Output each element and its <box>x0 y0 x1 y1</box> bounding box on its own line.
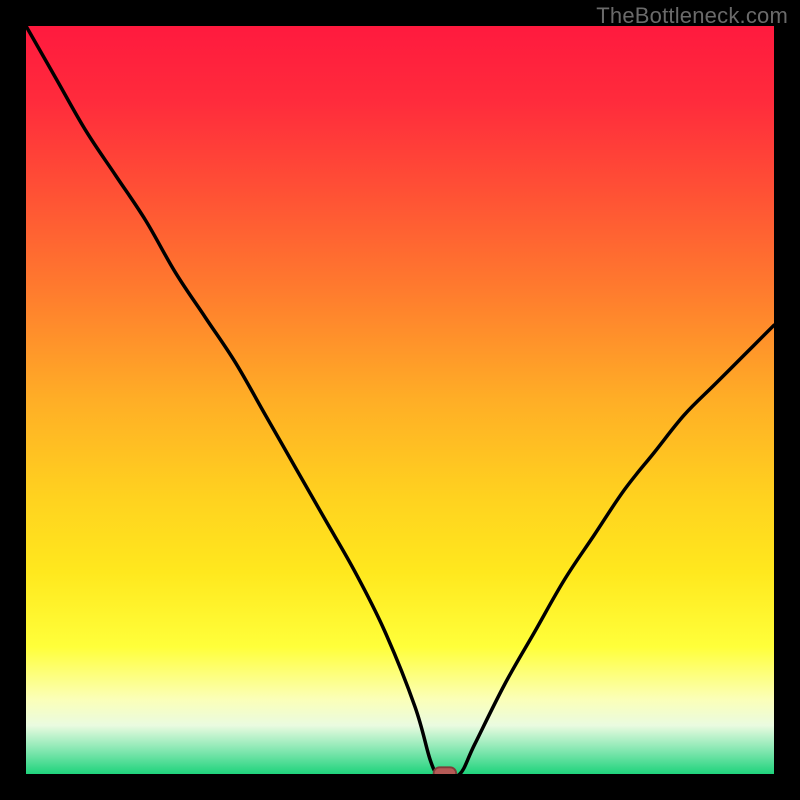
chart-frame: TheBottleneck.com <box>0 0 800 800</box>
bottleneck-chart <box>26 26 774 774</box>
optimal-marker <box>434 767 456 774</box>
plot-background <box>26 26 774 774</box>
